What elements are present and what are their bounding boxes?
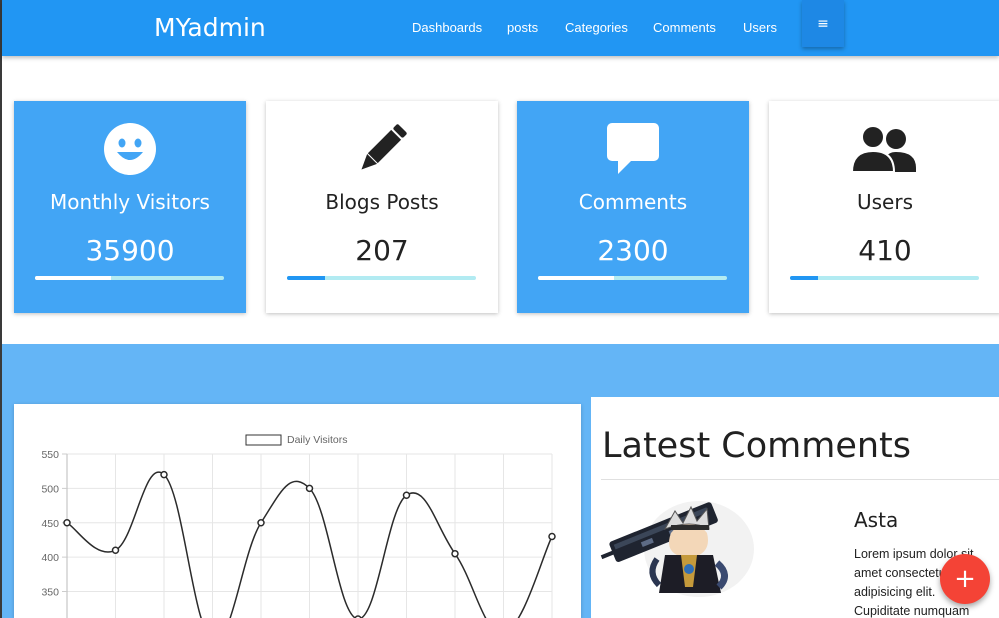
stat-value: 35900: [85, 234, 175, 267]
legend-swatch[interactable]: [245, 434, 282, 446]
data-point[interactable]: [160, 470, 168, 479]
data-point[interactable]: [451, 549, 459, 558]
nav-link-posts[interactable]: posts: [507, 19, 538, 37]
data-point[interactable]: [548, 532, 556, 541]
smile-icon: [14, 121, 246, 177]
nav-link-categories[interactable]: Categories: [565, 19, 628, 37]
daily-visitors-chart-card: 550 500 450 400 350 Daily Visitors: [14, 404, 581, 618]
chart-y-ticks: 550 500 450 400 350: [41, 449, 67, 599]
y-tick-label: 350: [41, 587, 59, 599]
comment-author: Asta: [854, 508, 899, 532]
stat-value: 2300: [597, 234, 669, 267]
nav-link-dashboards[interactable]: Dashboards: [412, 19, 482, 37]
y-tick-label: 550: [41, 449, 59, 461]
latest-comments-title: Latest Comments: [602, 426, 912, 466]
nav-link-comments[interactable]: Comments: [653, 19, 716, 37]
stat-progress-fill: [538, 276, 614, 280]
stat-card-comments: Comments 2300: [517, 101, 749, 313]
data-point[interactable]: [111, 546, 120, 554]
data-point[interactable]: [305, 484, 314, 493]
menu-toggle-button[interactable]: ≡: [802, 0, 844, 47]
latest-comments-panel: Latest Comments Asta Lorem ipsum dolor s…: [591, 397, 999, 618]
stat-value: 207: [355, 234, 409, 267]
legend-label[interactable]: Daily Visitors: [287, 434, 348, 446]
stat-progress-fill: [35, 276, 111, 280]
add-button[interactable]: +: [940, 554, 990, 604]
data-point[interactable]: [257, 519, 265, 527]
chart-grid: [66, 453, 553, 618]
stat-card-monthly-visitors: Monthly Visitors 35900: [14, 101, 246, 313]
stat-progress-bar: [287, 276, 476, 280]
nav-link-users[interactable]: Users: [743, 19, 777, 37]
stat-label: Comments: [578, 190, 688, 214]
stat-progress-bar: [790, 276, 979, 280]
data-point[interactable]: [63, 519, 71, 527]
plus-icon: +: [954, 564, 976, 594]
stat-card-blog-posts: Blogs Posts 207: [266, 101, 498, 313]
pencil-icon: [266, 121, 498, 177]
daily-visitors-chart: 550 500 450 400 350 Daily Visitors: [41, 434, 556, 618]
stat-label: Monthly Visitors: [50, 190, 210, 214]
comment-icon: [517, 121, 749, 177]
stat-label: Users: [856, 190, 913, 214]
y-tick-label: 450: [41, 518, 59, 530]
divider: [601, 479, 999, 480]
avatar: [599, 489, 759, 601]
stat-progress-fill: [287, 276, 325, 280]
users-icon: [769, 121, 999, 177]
stat-label: Blogs Posts: [325, 190, 439, 214]
top-navbar: MYadmin Dashboards posts Categories Comm…: [2, 0, 999, 56]
y-tick-label: 400: [41, 552, 59, 564]
stat-progress-bar: [35, 276, 224, 280]
hamburger-icon: ≡: [817, 15, 829, 32]
data-point[interactable]: [402, 491, 411, 499]
brand-logo[interactable]: MYadmin: [154, 12, 266, 44]
stat-card-users: Users 410: [769, 101, 999, 313]
stat-progress-bar: [538, 276, 727, 280]
stat-value: 410: [858, 234, 912, 267]
y-tick-label: 500: [41, 483, 59, 495]
stat-progress-fill: [790, 276, 819, 280]
